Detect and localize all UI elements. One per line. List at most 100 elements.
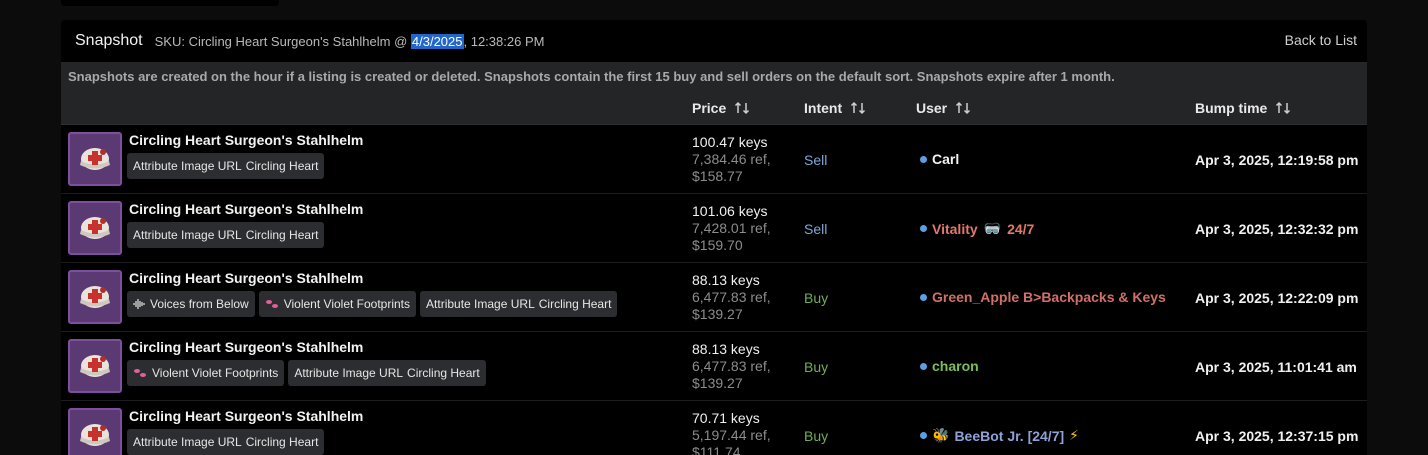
user-name: BeeBot Jr. [24/7]	[954, 427, 1065, 444]
price-keys: 88.13 keys	[692, 272, 760, 288]
column-bump-label: Bump time	[1195, 100, 1268, 116]
item-thumbnail[interactable]	[68, 270, 122, 324]
table-row[interactable]: Circling Heart Surgeon's Stahlhelm Attrib…	[61, 125, 1367, 194]
item-thumbnail[interactable]	[68, 339, 122, 393]
tag-label: Violent Violet Footprints	[152, 366, 279, 380]
intent-cell: Sell	[804, 221, 828, 237]
footprints-icon	[265, 298, 279, 310]
attribute-tag[interactable]: Attribute Image URL Circling Heart	[288, 360, 486, 386]
user-name: charon	[932, 358, 979, 374]
sort-icon	[851, 101, 866, 115]
column-intent[interactable]: Intent	[804, 100, 866, 116]
user-link[interactable]: Vitality 🥽 24/7	[920, 220, 1034, 237]
table-row[interactable]: Circling Heart Surgeon's Stahlhelm Violen…	[61, 332, 1367, 401]
price-ref: 7,428.01 ref,	[692, 220, 771, 236]
item-name[interactable]: Circling Heart Surgeon's Stahlhelm	[129, 339, 363, 355]
table-row[interactable]: Circling Heart Surgeon's Stahlhelm Voices…	[61, 263, 1367, 332]
user-link[interactable]: Carl	[920, 151, 959, 167]
sort-icon	[735, 101, 750, 115]
bump-time: Apr 3, 2025, 12:22:09 pm	[1195, 290, 1359, 306]
table-header: Price Intent User Bump time	[61, 92, 1367, 125]
helmet-icon	[75, 206, 115, 251]
tag-value: Circling Heart	[407, 366, 480, 380]
price-keys: 101.06 keys	[692, 203, 768, 219]
helmet-icon	[75, 344, 115, 389]
sort-icon	[956, 101, 971, 115]
tag-label: Voices from Below	[150, 297, 249, 311]
price-cell: 88.13 keys 6,477.83 ref, $139.27	[692, 272, 771, 323]
glasses-emoji-icon: 🥽	[983, 220, 1002, 236]
user-suffix: 24/7	[1007, 220, 1035, 237]
page-title: Snapshot	[75, 32, 143, 49]
attribute-tag[interactable]: Attribute Image URL Circling Heart	[127, 222, 325, 248]
tag-label: Violent Violet Footprints	[283, 297, 411, 311]
online-status-dot	[920, 225, 927, 232]
bump-time: Apr 3, 2025, 12:32:32 pm	[1195, 221, 1359, 237]
attribute-tag[interactable]: Attribute Image URL Circling Heart	[420, 291, 618, 317]
price-ref: 5,197.44 ref,	[692, 427, 771, 443]
attribute-tag[interactable]: Attribute Image URL Circling Heart	[127, 153, 325, 179]
tag-value: Circling Heart	[245, 159, 319, 173]
item-name[interactable]: Circling Heart Surgeon's Stahlhelm	[129, 408, 363, 424]
user-name: Carl	[932, 151, 960, 167]
attribute-tag[interactable]: Violent Violet Footprints	[127, 360, 285, 386]
user-link[interactable]: charon	[920, 358, 979, 374]
snapshot-panel: Snapshot SKU: Circling Heart Surgeon's S…	[61, 20, 1367, 455]
table-row[interactable]: Circling Heart Surgeon's Stahlhelm Attrib…	[61, 401, 1367, 455]
price-usd: $111.74	[692, 444, 741, 455]
user-link[interactable]: Green_Apple B>Backpacks & Keys	[920, 289, 1166, 305]
tag-label: Attribute Image URL	[294, 366, 404, 380]
back-to-list-link[interactable]: Back to List	[1285, 32, 1357, 48]
attribute-tag[interactable]: Violent Violet Footprints	[258, 291, 417, 317]
user-name: Vitality	[932, 220, 978, 237]
info-notice: Snapshots are created on the hour if a l…	[61, 62, 1367, 92]
price-keys: 88.13 keys	[692, 341, 760, 357]
top-tab	[61, 0, 279, 6]
sku-time: , 12:38:26 PM	[463, 33, 545, 49]
price-cell: 88.13 keys 6,477.83 ref, $139.27	[692, 341, 771, 392]
user-link[interactable]: 🐝 BeeBot Jr. [24/7] ⚡	[920, 427, 1079, 444]
price-cell: 70.71 keys 5,197.44 ref, $111.74	[692, 410, 771, 455]
item-tags: Attribute Image URL Circling Heart	[127, 153, 325, 179]
tag-value: Circling Heart	[538, 297, 612, 311]
column-price[interactable]: Price	[692, 100, 750, 116]
tag-value: Circling Heart	[245, 435, 319, 449]
price-usd: $158.77	[692, 168, 743, 184]
attribute-tag[interactable]: Attribute Image URL Circling Heart	[127, 429, 325, 455]
sort-icon	[1276, 101, 1291, 115]
tag-label: Attribute Image URL	[133, 228, 242, 242]
item-name[interactable]: Circling Heart Surgeon's Stahlhelm	[129, 270, 363, 286]
intent-cell: Sell	[804, 152, 828, 168]
item-name[interactable]: Circling Heart Surgeon's Stahlhelm	[129, 201, 363, 217]
sku-line: SKU: Circling Heart Surgeon's Stahlhelm …	[154, 33, 545, 49]
item-thumbnail[interactable]	[68, 132, 122, 186]
intent-cell: Buy	[804, 428, 829, 444]
bump-time: Apr 3, 2025, 12:37:15 pm	[1195, 428, 1359, 444]
item-tags: Violent Violet Footprints Attribute Image…	[127, 360, 486, 386]
item-name[interactable]: Circling Heart Surgeon's Stahlhelm	[129, 132, 363, 148]
tag-label: Attribute Image URL	[133, 435, 242, 449]
online-status-dot	[920, 362, 927, 370]
column-bump-time[interactable]: Bump time	[1195, 100, 1291, 116]
price-ref: 6,477.83 ref,	[692, 358, 771, 374]
price-ref: 7,384.46 ref,	[692, 151, 771, 167]
price-usd: $139.27	[692, 306, 743, 322]
tag-label: Attribute Image URL	[133, 159, 242, 173]
column-user[interactable]: User	[916, 100, 971, 116]
helmet-icon	[75, 275, 115, 320]
sku-prefix: SKU: Circling Heart Surgeon's Stahlhelm …	[154, 33, 411, 49]
attribute-tag[interactable]: Voices from Below	[127, 291, 255, 317]
price-ref: 6,477.83 ref,	[692, 289, 771, 305]
online-status-dot	[920, 155, 927, 163]
bee-icon: 🐝	[932, 427, 950, 443]
intent-cell: Buy	[804, 290, 829, 306]
table-row[interactable]: Circling Heart Surgeon's Stahlhelm Attrib…	[61, 194, 1367, 263]
bump-time: Apr 3, 2025, 11:01:41 am	[1195, 359, 1357, 375]
column-intent-label: Intent	[804, 100, 843, 116]
item-thumbnail[interactable]	[68, 408, 122, 455]
item-thumbnail[interactable]	[68, 201, 122, 255]
helmet-icon	[75, 413, 115, 455]
sku-date-selected: 4/3/2025	[410, 33, 464, 49]
footprints-icon	[133, 367, 147, 379]
item-tags: Attribute Image URL Circling Heart	[127, 222, 325, 248]
